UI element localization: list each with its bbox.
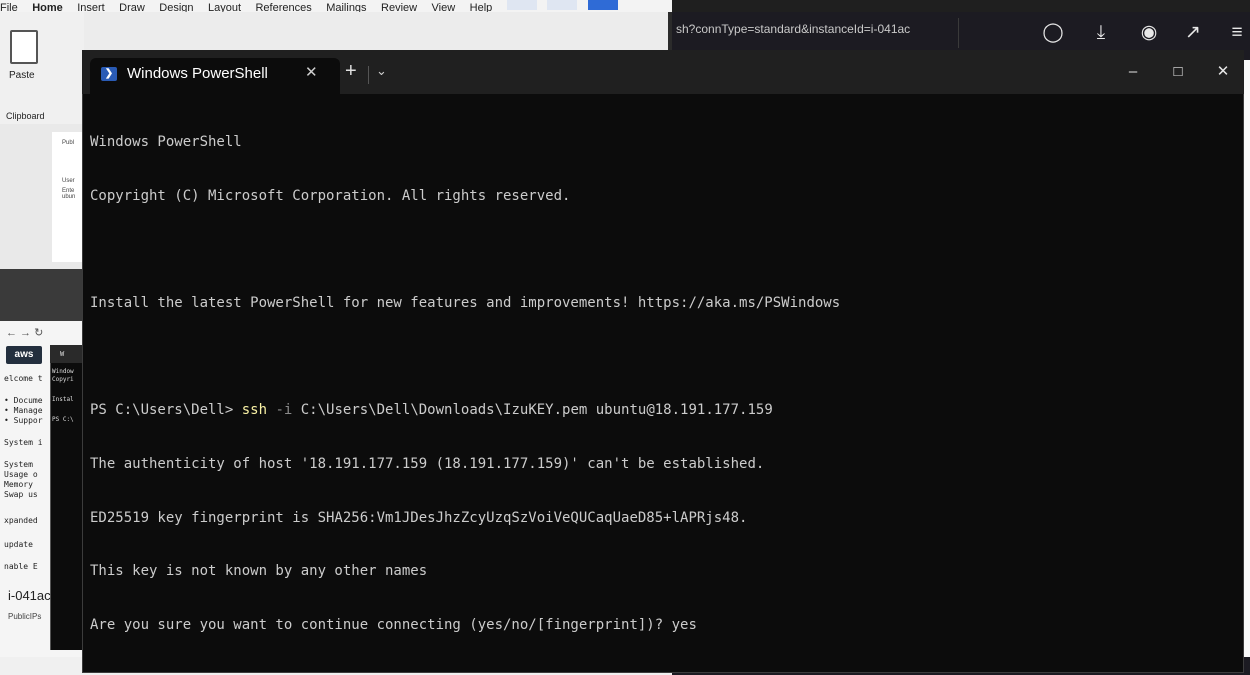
clipboard-label: Clipboard bbox=[6, 111, 45, 121]
menu-review[interactable]: Review bbox=[381, 2, 417, 13]
console-line: nable E bbox=[4, 562, 38, 571]
terminal-line: ED25519 key fingerprint is SHA256:Vm1JDe… bbox=[90, 509, 748, 526]
download-icon[interactable]: ⤓ bbox=[1090, 22, 1112, 44]
powershell-icon: ❯ bbox=[101, 67, 117, 81]
toolbar-button[interactable] bbox=[547, 0, 578, 10]
console-line: Memory bbox=[4, 480, 33, 489]
toolbar-button[interactable] bbox=[506, 0, 537, 10]
word-menu-bar: File Home Insert Draw Design Layout Refe… bbox=[0, 0, 672, 12]
paste-icon[interactable] bbox=[10, 30, 38, 64]
command-flag: -i bbox=[267, 402, 293, 419]
page-edge bbox=[1244, 60, 1250, 657]
menu-file[interactable]: File bbox=[0, 2, 18, 13]
terminal-line: The authenticity of host '18.191.177.159… bbox=[90, 456, 765, 473]
console-line: Swap us bbox=[4, 490, 38, 499]
console-line: • Suppor bbox=[4, 416, 43, 425]
public-ips-label: PublicIPs bbox=[8, 612, 42, 621]
account-icon[interactable]: ◉ bbox=[1138, 22, 1160, 44]
console-line: System bbox=[4, 460, 33, 469]
chevron-down-icon[interactable]: ⌄ bbox=[376, 63, 387, 79]
menu-home[interactable]: Home bbox=[32, 2, 63, 13]
menu-view[interactable]: View bbox=[432, 2, 456, 13]
mini-terminal-line: Copyri bbox=[52, 376, 74, 383]
menu-insert[interactable]: Insert bbox=[77, 2, 105, 13]
command-args: C:\Users\Dell\Downloads\IzuKEY.pem ubunt… bbox=[292, 402, 773, 419]
extensions-icon[interactable]: ↗ bbox=[1182, 22, 1204, 44]
mini-terminal-line: Window bbox=[52, 368, 74, 375]
command-name: ssh bbox=[241, 402, 268, 419]
terminal-line: Copyright (C) Microsoft Corporation. All… bbox=[90, 187, 571, 204]
minimize-icon[interactable]: – bbox=[1118, 60, 1148, 84]
console-line: • Docume bbox=[4, 396, 43, 405]
paste-label[interactable]: Paste bbox=[9, 70, 35, 81]
address-bar-text[interactable]: sh?connType=standard&instanceId=i-041ac bbox=[676, 22, 910, 36]
menu-layout[interactable]: Layout bbox=[208, 2, 241, 13]
browser-nav-icons[interactable]: ← → ↻ bbox=[6, 326, 43, 339]
terminal-output[interactable]: Windows PowerShell Copyright (C) Microso… bbox=[90, 98, 840, 653]
terminal-line: Windows PowerShell bbox=[90, 133, 242, 150]
aws-logo[interactable]: aws bbox=[6, 346, 42, 364]
menu-draw[interactable]: Draw bbox=[119, 2, 145, 13]
terminal-command-line: PS C:\Users\Dell> ssh -i C:\Users\Dell\D… bbox=[90, 402, 840, 420]
mini-terminal bbox=[50, 345, 83, 650]
menu-mailings[interactable]: Mailings bbox=[326, 2, 366, 13]
mini-terminal-line: PS C:\ bbox=[52, 416, 74, 423]
doc-text: ubun bbox=[62, 194, 76, 200]
console-line: Usage o bbox=[4, 470, 38, 479]
window-strip bbox=[0, 269, 82, 321]
doc-text: Publ bbox=[62, 140, 75, 146]
menu-design[interactable]: Design bbox=[159, 2, 193, 13]
new-tab-icon[interactable]: + bbox=[345, 60, 357, 83]
tab-close-icon[interactable]: ✕ bbox=[305, 63, 318, 81]
terminal-line: Install the latest PowerShell for new fe… bbox=[90, 294, 841, 311]
terminal-line: This key is not known by any other names bbox=[90, 563, 428, 580]
clipboard-group bbox=[0, 12, 84, 124]
terminal-line: Are you sure you want to continue connec… bbox=[90, 617, 697, 634]
toolbar-divider bbox=[958, 18, 959, 48]
maximize-icon[interactable]: □ bbox=[1163, 60, 1193, 84]
menu-references[interactable]: References bbox=[255, 2, 311, 13]
console-line: System i bbox=[4, 438, 43, 447]
console-line: elcome t bbox=[4, 374, 43, 383]
console-line: • Manage bbox=[4, 406, 43, 415]
mini-terminal-line: Instal bbox=[52, 396, 74, 403]
menu-icon[interactable]: ≡ bbox=[1226, 22, 1248, 44]
console-line: xpanded bbox=[4, 516, 38, 525]
prompt: PS C:\Users\Dell> bbox=[90, 402, 242, 419]
pocket-icon[interactable]: ◯ bbox=[1042, 22, 1064, 44]
tab-separator bbox=[368, 66, 369, 84]
tab-title[interactable]: Windows PowerShell bbox=[127, 65, 268, 82]
toolbar-button[interactable] bbox=[587, 0, 618, 10]
instance-id: i-041ac bbox=[8, 588, 51, 603]
ribbon-strip bbox=[84, 12, 668, 50]
console-line: update bbox=[4, 540, 33, 549]
document-page: Publ User Ente ubun bbox=[52, 132, 82, 262]
doc-text: User bbox=[62, 178, 75, 184]
close-window-icon[interactable]: ✕ bbox=[1208, 60, 1238, 84]
menu-help[interactable]: Help bbox=[470, 2, 493, 13]
